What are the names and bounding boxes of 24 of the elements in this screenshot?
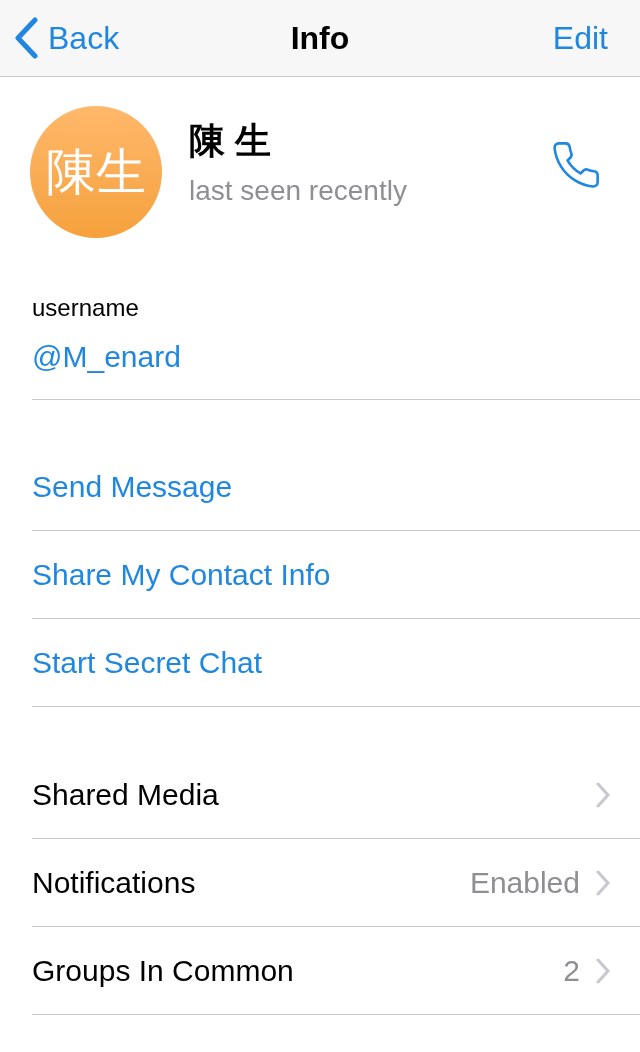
contact-name: 陳 生 <box>189 119 272 163</box>
row-value: Enabled <box>469 865 580 901</box>
username-label: username <box>32 293 140 323</box>
back-button[interactable]: Back <box>14 14 194 62</box>
settings-row[interactable]: Groups In Common 2 <box>32 927 640 1015</box>
action-link[interactable]: Start Secret Chat <box>32 640 263 685</box>
action-link[interactable]: Send Message <box>32 464 233 509</box>
avatar: 陳生 <box>30 106 162 238</box>
chevron-icon <box>596 781 610 808</box>
chevron-icon <box>596 957 610 984</box>
row-value: 2 <box>563 953 580 989</box>
status-text: last seen recently <box>189 174 408 208</box>
row-label: Groups In Common <box>32 953 295 989</box>
edit-button[interactable]: Edit <box>552 14 626 62</box>
username-link[interactable]: @M_enard <box>32 334 640 379</box>
chevron-icon <box>596 869 610 896</box>
action-link[interactable]: Share My Contact Info <box>32 552 331 597</box>
row-label: Shared Media <box>32 777 220 813</box>
nav-title: Info <box>290 19 350 58</box>
back-chevron-icon <box>14 17 38 59</box>
settings-row[interactable]: Shared Media <box>32 751 640 839</box>
phone-icon[interactable] <box>550 139 602 191</box>
settings-row[interactable]: Notifications Enabled <box>32 839 640 927</box>
row-label: Notifications <box>32 865 197 901</box>
